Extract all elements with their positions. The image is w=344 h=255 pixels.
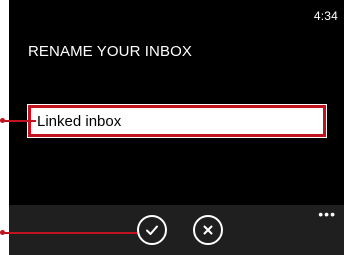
callout-line-save — [2, 232, 137, 234]
app-bar: ••• — [9, 205, 344, 255]
callout-line-field — [2, 120, 36, 122]
close-icon — [203, 225, 213, 235]
more-options-button[interactable]: ••• — [318, 207, 336, 221]
page-title: RENAME YOUR INBOX — [28, 43, 192, 60]
inbox-name-field[interactable] — [27, 104, 327, 138]
cancel-button[interactable] — [193, 215, 223, 245]
save-button[interactable] — [137, 215, 167, 245]
inbox-name-input[interactable] — [31, 108, 323, 134]
phone-screen: 4:34 RENAME YOUR INBOX ••• — [9, 0, 344, 255]
status-time: 4:34 — [313, 9, 338, 23]
check-icon — [146, 225, 158, 235]
